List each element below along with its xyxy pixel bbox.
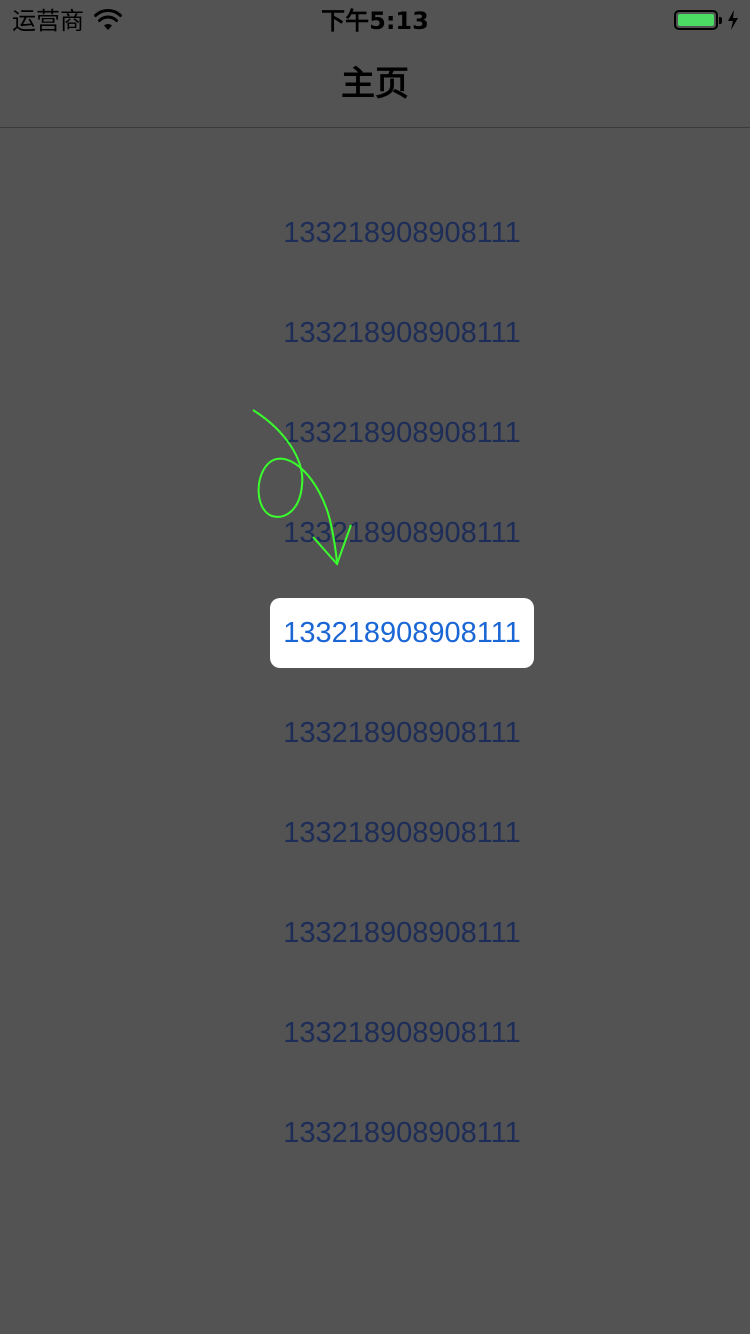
list-item[interactable]: 133218908908111	[0, 1080, 750, 1180]
list-item[interactable]: 133218908908111	[0, 780, 750, 880]
navigation-bar: 主页	[0, 40, 750, 128]
number-list[interactable]: 133218908908111 133218908908111 13321890…	[0, 180, 750, 1180]
list-item-label[interactable]: 133218908908111	[270, 498, 534, 568]
list-item-label[interactable]: 133218908908111	[270, 798, 534, 868]
status-time: 下午5:13	[321, 7, 429, 35]
battery-cap	[719, 17, 722, 24]
list-item[interactable]: 133218908908111	[0, 680, 750, 780]
charging-icon	[728, 10, 738, 30]
list-item[interactable]: 133218908908111	[0, 980, 750, 1080]
list-item-label-selected[interactable]: 133218908908111	[270, 598, 534, 668]
list-item[interactable]: 133218908908111	[0, 380, 750, 480]
page-title: 主页	[341, 64, 409, 104]
list-item-label[interactable]: 133218908908111	[270, 998, 534, 1068]
list-item-selected[interactable]: 133218908908111	[0, 580, 750, 680]
battery-fill	[678, 14, 714, 26]
list-item[interactable]: 133218908908111	[0, 280, 750, 380]
list-item-label[interactable]: 133218908908111	[270, 898, 534, 968]
list-item-label[interactable]: 133218908908111	[270, 698, 534, 768]
battery-icon	[674, 10, 722, 30]
list-item-label[interactable]: 133218908908111	[270, 398, 534, 468]
list-item[interactable]: 133218908908111	[0, 480, 750, 580]
status-bar: 运营商 下午5:13	[0, 0, 750, 40]
list-item-label[interactable]: 133218908908111	[270, 298, 534, 368]
list-item[interactable]: 133218908908111	[0, 180, 750, 280]
screen: 运营商 下午5:13 主页 133218908908111 1332189089…	[0, 0, 750, 1334]
list-item-label[interactable]: 133218908908111	[270, 1098, 534, 1168]
list-item[interactable]: 133218908908111	[0, 880, 750, 980]
list-item-label[interactable]: 133218908908111	[270, 198, 534, 268]
